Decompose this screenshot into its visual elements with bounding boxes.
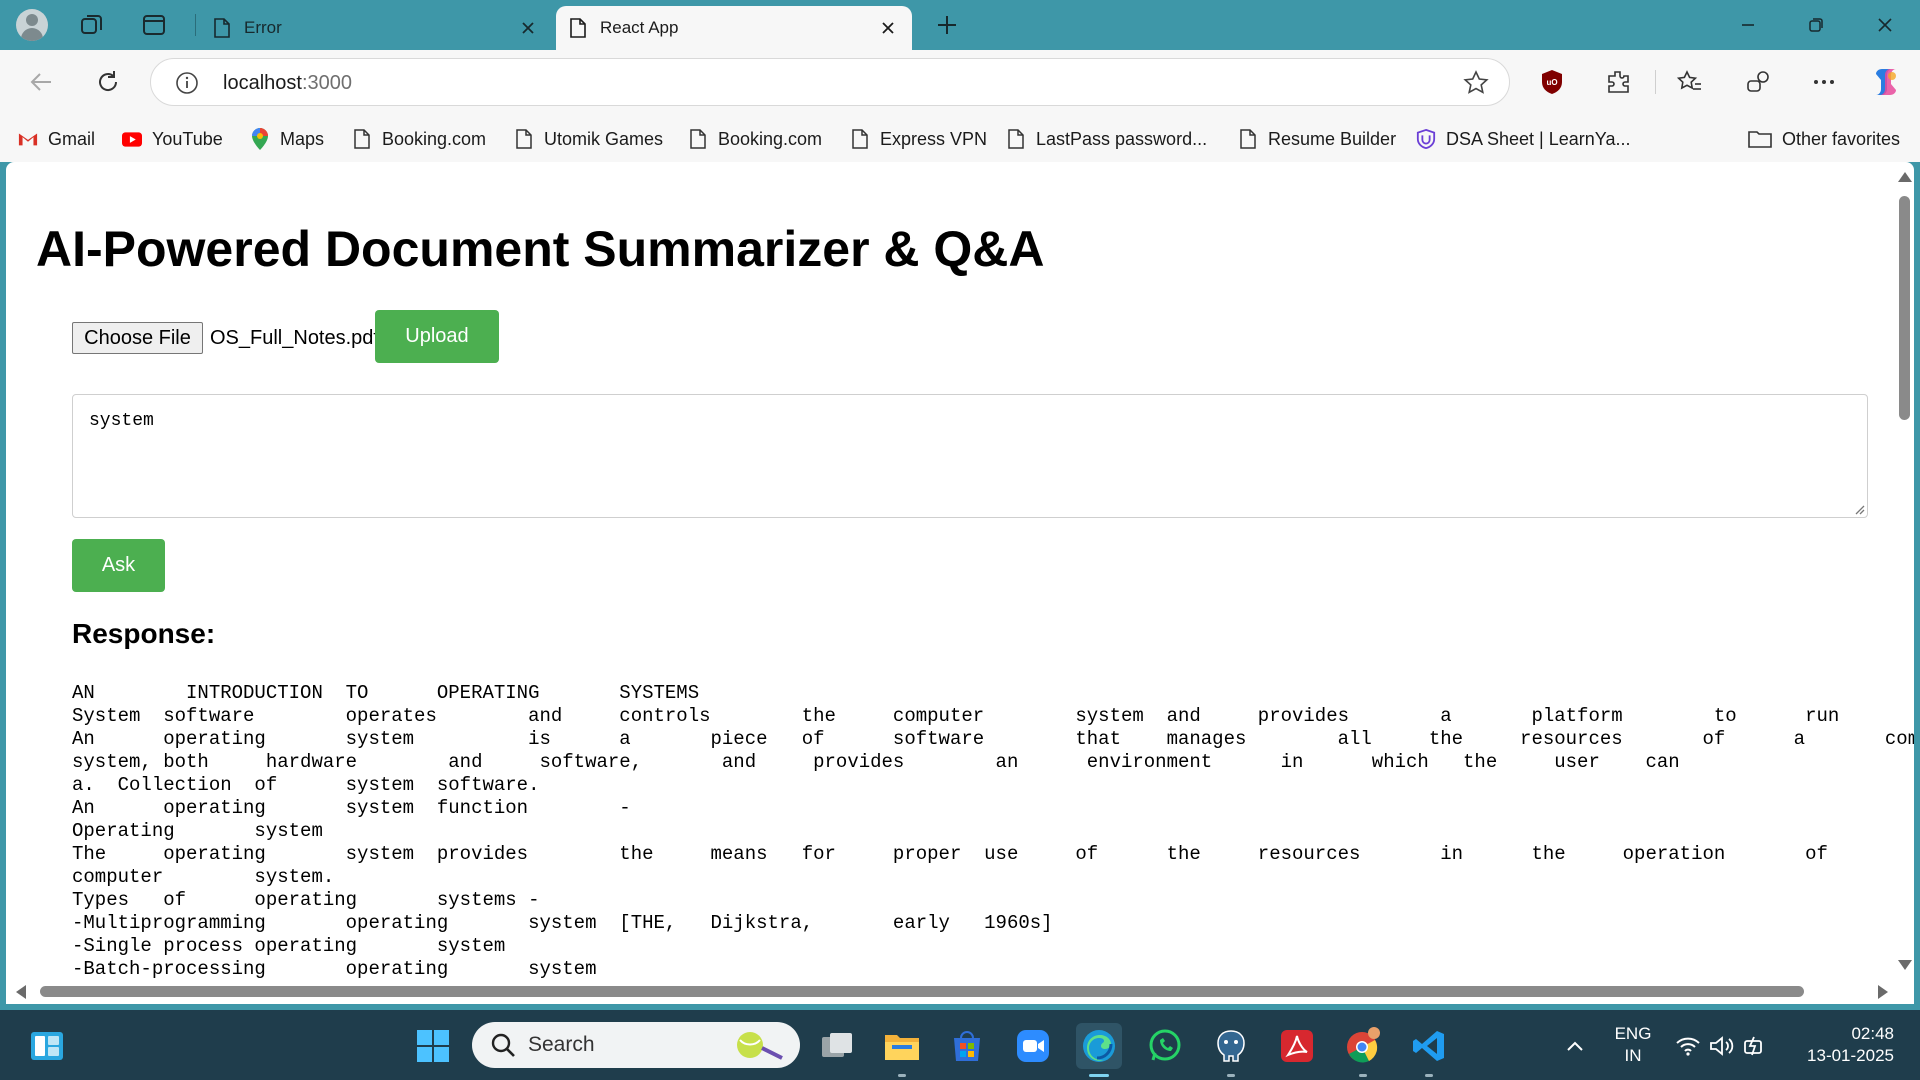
page-icon [850,128,870,150]
close-window-button[interactable] [1855,6,1915,44]
new-tab-button[interactable] [932,10,962,40]
browser-titlebar: Error React App [0,0,1920,50]
page-icon [1006,128,1026,150]
svg-text:uO: uO [1546,78,1557,87]
page-icon [1238,128,1258,150]
maps-icon [250,128,270,150]
taskbar-search[interactable]: Search [472,1022,800,1068]
search-icon [491,1033,515,1057]
tab-react-app[interactable]: React App [556,6,912,50]
scroll-up-icon[interactable] [1898,172,1912,182]
battery-charging-icon [1744,1036,1762,1056]
workspaces-icon[interactable] [74,8,110,42]
postgresql-icon[interactable] [1208,1023,1254,1077]
response-text: AN INTRODUCTION TO OPERATING SYSTEMS Sys… [72,682,1914,980]
scroll-left-icon[interactable] [16,985,26,999]
clock[interactable]: 02:48 13-01-2025 [1784,1023,1894,1067]
ask-button[interactable]: Ask [72,539,165,592]
page-icon [352,128,372,150]
close-icon[interactable] [516,16,540,40]
chrome-icon[interactable] [1340,1023,1386,1077]
bookmark-booking-1[interactable]: Booking.com [352,126,486,152]
scrollbar-thumb[interactable] [1899,196,1910,420]
restore-button[interactable] [1786,6,1846,44]
horizontal-scrollbar[interactable] [6,980,1894,1004]
selected-file-name: OS_Full_Notes.pdf [210,326,379,349]
info-icon[interactable] [175,71,199,95]
other-favorites[interactable]: Other favorites [1748,126,1900,152]
page-icon [688,128,708,150]
scrollbar-thumb[interactable] [40,986,1804,997]
chevron-up-icon[interactable] [1552,1023,1598,1069]
collections-icon[interactable] [1740,64,1776,100]
page-viewport: AI-Powered Document Summarizer & Q&A Cho… [6,162,1914,1004]
page-icon [514,128,534,150]
choose-file-button[interactable]: Choose File [72,322,203,354]
page-icon [214,18,230,38]
close-icon[interactable] [876,16,900,40]
refresh-icon [99,71,118,91]
folder-icon [1748,128,1772,150]
wifi-icon [1676,1037,1700,1056]
file-explorer-icon[interactable] [879,1023,925,1077]
extensions-icon[interactable] [1600,64,1636,100]
gmail-icon [18,128,38,150]
profile-avatar[interactable] [16,9,48,41]
start-icon[interactable] [410,1023,456,1069]
more-options-icon[interactable] [1806,64,1842,100]
vertical-scrollbar[interactable] [1894,168,1914,974]
url-text: localhost:3000 [223,72,352,94]
zoom-icon[interactable] [1010,1023,1056,1069]
volume-icon [1710,1036,1734,1056]
arrow-left-icon [30,73,51,91]
bookmarks-bar: Gmail YouTube Maps Booking.com Utomik Ga… [0,120,1920,156]
bookmark-youtube[interactable]: YouTube [122,126,223,152]
search-highlight-icon [737,1032,783,1060]
learnyard-icon [1416,128,1436,150]
address-bar[interactable]: localhost:3000 [150,58,1510,106]
page-title: AI-Powered Document Summarizer & Q&A [36,221,1045,277]
bookmark-express-vpn[interactable]: Express VPN [850,126,987,152]
bookmark-booking-2[interactable]: Booking.com [688,126,822,152]
microsoft-store-icon[interactable] [944,1023,990,1069]
page-icon [570,18,586,38]
bookmark-utomik[interactable]: Utomik Games [514,126,663,152]
resize-grip-icon[interactable] [1853,503,1865,515]
ublock-extension-icon[interactable]: uO [1534,64,1570,100]
language-indicator[interactable]: ENG IN [1612,1023,1654,1067]
system-tray[interactable] [1666,1023,1776,1069]
edge-browser-icon[interactable] [1076,1023,1122,1077]
tab-actions-icon[interactable] [136,8,172,42]
question-textarea[interactable]: system [72,394,1868,518]
tab-label: Error [244,18,282,37]
favorites-icon[interactable] [1672,64,1708,100]
file-input[interactable]: Choose File OS_Full_Notes.pdf [72,322,379,354]
bookmark-gmail[interactable]: Gmail [18,126,95,152]
star-icon[interactable] [1463,70,1489,96]
minimize-button[interactable] [1718,6,1778,44]
windows-taskbar: Search ENG IN 02:48 13-01-2025 [0,1010,1920,1080]
tab-error[interactable]: Error [200,6,552,50]
bookmark-maps[interactable]: Maps [250,126,324,152]
tab-label: React App [600,18,679,37]
response-heading: Response: [72,618,216,649]
youtube-icon [122,128,142,150]
bookmark-dsa-sheet[interactable]: DSA Sheet | LearnYa... [1416,126,1630,152]
scroll-right-icon[interactable] [1878,985,1888,999]
whatsapp-icon[interactable] [1142,1023,1188,1069]
bookmark-lastpass[interactable]: LastPass password... [1006,126,1207,152]
bookmark-resume-builder[interactable]: Resume Builder [1238,126,1396,152]
acrobat-icon[interactable] [1274,1023,1320,1069]
widgets-icon[interactable] [24,1023,70,1069]
refresh-button[interactable] [88,62,128,102]
task-view-icon[interactable] [814,1023,860,1069]
browser-toolbar: localhost:3000 uO Gmail YouTube Maps Boo… [0,50,1920,162]
upload-button[interactable]: Upload [375,310,499,363]
plus-icon [938,16,956,34]
back-button[interactable] [22,62,62,102]
scroll-down-icon[interactable] [1898,960,1912,970]
vscode-icon[interactable] [1406,1023,1452,1077]
copilot-icon[interactable] [1868,64,1904,100]
